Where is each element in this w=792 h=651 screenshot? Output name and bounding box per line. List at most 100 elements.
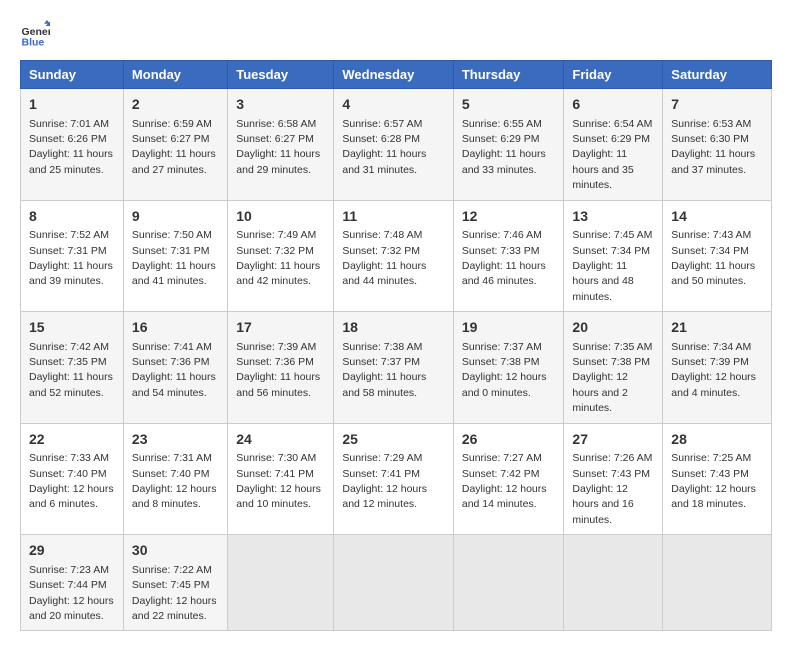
calendar-day: 29 Sunrise: 7:23 AMSunset: 7:44 PMDayligh… [21,535,124,631]
calendar-week-5: 29 Sunrise: 7:23 AMSunset: 7:44 PMDayligh… [21,535,772,631]
day-info: Sunrise: 7:41 AMSunset: 7:36 PMDaylight:… [132,341,216,399]
day-info: Sunrise: 7:31 AMSunset: 7:40 PMDaylight:… [132,452,217,510]
calendar-day: 23Sunrise: 7:31 AMSunset: 7:40 PMDayligh… [123,423,227,535]
calendar-day: 24Sunrise: 7:30 AMSunset: 7:41 PMDayligh… [228,423,334,535]
day-number: 30 [132,541,219,561]
calendar-day: 1 Sunrise: 7:01 AMSunset: 6:26 PMDaylight… [21,89,124,201]
day-number: 6 [572,95,654,115]
calendar-day: 25Sunrise: 7:29 AMSunset: 7:41 PMDayligh… [334,423,454,535]
calendar-week-4: 22Sunrise: 7:33 AMSunset: 7:40 PMDayligh… [21,423,772,535]
day-number: 2 [132,95,219,115]
calendar-day: 11Sunrise: 7:48 AMSunset: 7:32 PMDayligh… [334,200,454,312]
day-info: Sunrise: 6:53 AMSunset: 6:30 PMDaylight:… [671,118,755,176]
header-row: SundayMondayTuesdayWednesdayThursdayFrid… [21,61,772,89]
day-number: 23 [132,430,219,450]
day-number: 14 [671,207,763,227]
day-info: Sunrise: 7:35 AMSunset: 7:38 PMDaylight:… [572,341,652,415]
calendar-day [453,535,564,631]
header-cell-saturday: Saturday [663,61,772,89]
calendar-day: 14Sunrise: 7:43 AMSunset: 7:34 PMDayligh… [663,200,772,312]
day-number: 9 [132,207,219,227]
calendar-day: 17 Sunrise: 7:39 AMSunset: 7:36 PMDayligh… [228,312,334,424]
day-info: Sunrise: 7:39 AMSunset: 7:36 PMDaylight:… [236,341,320,399]
day-number: 4 [342,95,445,115]
calendar-day: 5 Sunrise: 6:55 AMSunset: 6:29 PMDaylight… [453,89,564,201]
calendar-day: 9Sunrise: 7:50 AMSunset: 7:31 PMDaylight… [123,200,227,312]
header-cell-friday: Friday [564,61,663,89]
calendar-day: 12Sunrise: 7:46 AMSunset: 7:33 PMDayligh… [453,200,564,312]
svg-text:Blue: Blue [22,37,45,49]
day-number: 7 [671,95,763,115]
calendar-day [228,535,334,631]
header-cell-monday: Monday [123,61,227,89]
calendar-day: 26Sunrise: 7:27 AMSunset: 7:42 PMDayligh… [453,423,564,535]
calendar-day: 28Sunrise: 7:25 AMSunset: 7:43 PMDayligh… [663,423,772,535]
day-info: Sunrise: 7:30 AMSunset: 7:41 PMDaylight:… [236,452,321,510]
day-number: 21 [671,318,763,338]
day-number: 24 [236,430,325,450]
calendar-day: 15 Sunrise: 7:42 AMSunset: 7:35 PMDayligh… [21,312,124,424]
calendar-day: 7 Sunrise: 6:53 AMSunset: 6:30 PMDaylight… [663,89,772,201]
day-info: Sunrise: 7:52 AMSunset: 7:31 PMDaylight:… [29,229,113,287]
day-number: 5 [462,95,556,115]
header-cell-thursday: Thursday [453,61,564,89]
day-info: Sunrise: 6:54 AMSunset: 6:29 PMDaylight:… [572,118,652,192]
calendar-day: 10Sunrise: 7:49 AMSunset: 7:32 PMDayligh… [228,200,334,312]
day-info: Sunrise: 7:25 AMSunset: 7:43 PMDaylight:… [671,452,756,510]
day-info: Sunrise: 6:59 AMSunset: 6:27 PMDaylight:… [132,118,216,176]
day-number: 26 [462,430,556,450]
day-number: 11 [342,207,445,227]
day-number: 16 [132,318,219,338]
day-info: Sunrise: 7:27 AMSunset: 7:42 PMDaylight:… [462,452,547,510]
day-number: 22 [29,430,115,450]
calendar-day: 4 Sunrise: 6:57 AMSunset: 6:28 PMDaylight… [334,89,454,201]
day-number: 10 [236,207,325,227]
day-info: Sunrise: 7:48 AMSunset: 7:32 PMDaylight:… [342,229,426,287]
day-number: 13 [572,207,654,227]
day-info: Sunrise: 7:50 AMSunset: 7:31 PMDaylight:… [132,229,216,287]
calendar-day: 2 Sunrise: 6:59 AMSunset: 6:27 PMDaylight… [123,89,227,201]
calendar-day: 13Sunrise: 7:45 AMSunset: 7:34 PMDayligh… [564,200,663,312]
logo-icon: General Blue [20,20,50,50]
page-header: General Blue [20,20,772,50]
day-info: Sunrise: 7:43 AMSunset: 7:34 PMDaylight:… [671,229,755,287]
day-info: Sunrise: 7:22 AMSunset: 7:45 PMDaylight:… [132,564,217,622]
day-number: 17 [236,318,325,338]
day-info: Sunrise: 6:58 AMSunset: 6:27 PMDaylight:… [236,118,320,176]
header-cell-tuesday: Tuesday [228,61,334,89]
day-info: Sunrise: 7:37 AMSunset: 7:38 PMDaylight:… [462,341,547,399]
calendar-week-1: 1 Sunrise: 7:01 AMSunset: 6:26 PMDaylight… [21,89,772,201]
day-number: 1 [29,95,115,115]
day-info: Sunrise: 7:46 AMSunset: 7:33 PMDaylight:… [462,229,546,287]
day-number: 3 [236,95,325,115]
day-info: Sunrise: 6:57 AMSunset: 6:28 PMDaylight:… [342,118,426,176]
day-info: Sunrise: 6:55 AMSunset: 6:29 PMDaylight:… [462,118,546,176]
day-info: Sunrise: 7:23 AMSunset: 7:44 PMDaylight:… [29,564,114,622]
calendar-day: 18Sunrise: 7:38 AMSunset: 7:37 PMDayligh… [334,312,454,424]
calendar-day: 16 Sunrise: 7:41 AMSunset: 7:36 PMDayligh… [123,312,227,424]
day-number: 15 [29,318,115,338]
day-info: Sunrise: 7:33 AMSunset: 7:40 PMDaylight:… [29,452,114,510]
calendar-table: SundayMondayTuesdayWednesdayThursdayFrid… [20,60,772,631]
day-number: 29 [29,541,115,561]
day-info: Sunrise: 7:49 AMSunset: 7:32 PMDaylight:… [236,229,320,287]
day-number: 20 [572,318,654,338]
calendar-day: 22Sunrise: 7:33 AMSunset: 7:40 PMDayligh… [21,423,124,535]
logo: General Blue [20,20,54,50]
calendar-day [334,535,454,631]
day-number: 28 [671,430,763,450]
header-cell-wednesday: Wednesday [334,61,454,89]
calendar-day [564,535,663,631]
day-number: 19 [462,318,556,338]
day-info: Sunrise: 7:26 AMSunset: 7:43 PMDaylight:… [572,452,652,526]
day-number: 8 [29,207,115,227]
calendar-day: 8Sunrise: 7:52 AMSunset: 7:31 PMDaylight… [21,200,124,312]
day-info: Sunrise: 7:29 AMSunset: 7:41 PMDaylight:… [342,452,427,510]
calendar-day: 27Sunrise: 7:26 AMSunset: 7:43 PMDayligh… [564,423,663,535]
calendar-day: 20 Sunrise: 7:35 AMSunset: 7:38 PMDayligh… [564,312,663,424]
day-info: Sunrise: 7:01 AMSunset: 6:26 PMDaylight:… [29,118,113,176]
day-info: Sunrise: 7:34 AMSunset: 7:39 PMDaylight:… [671,341,756,399]
day-info: Sunrise: 7:45 AMSunset: 7:34 PMDaylight:… [572,229,652,303]
day-number: 18 [342,318,445,338]
day-info: Sunrise: 7:42 AMSunset: 7:35 PMDaylight:… [29,341,113,399]
